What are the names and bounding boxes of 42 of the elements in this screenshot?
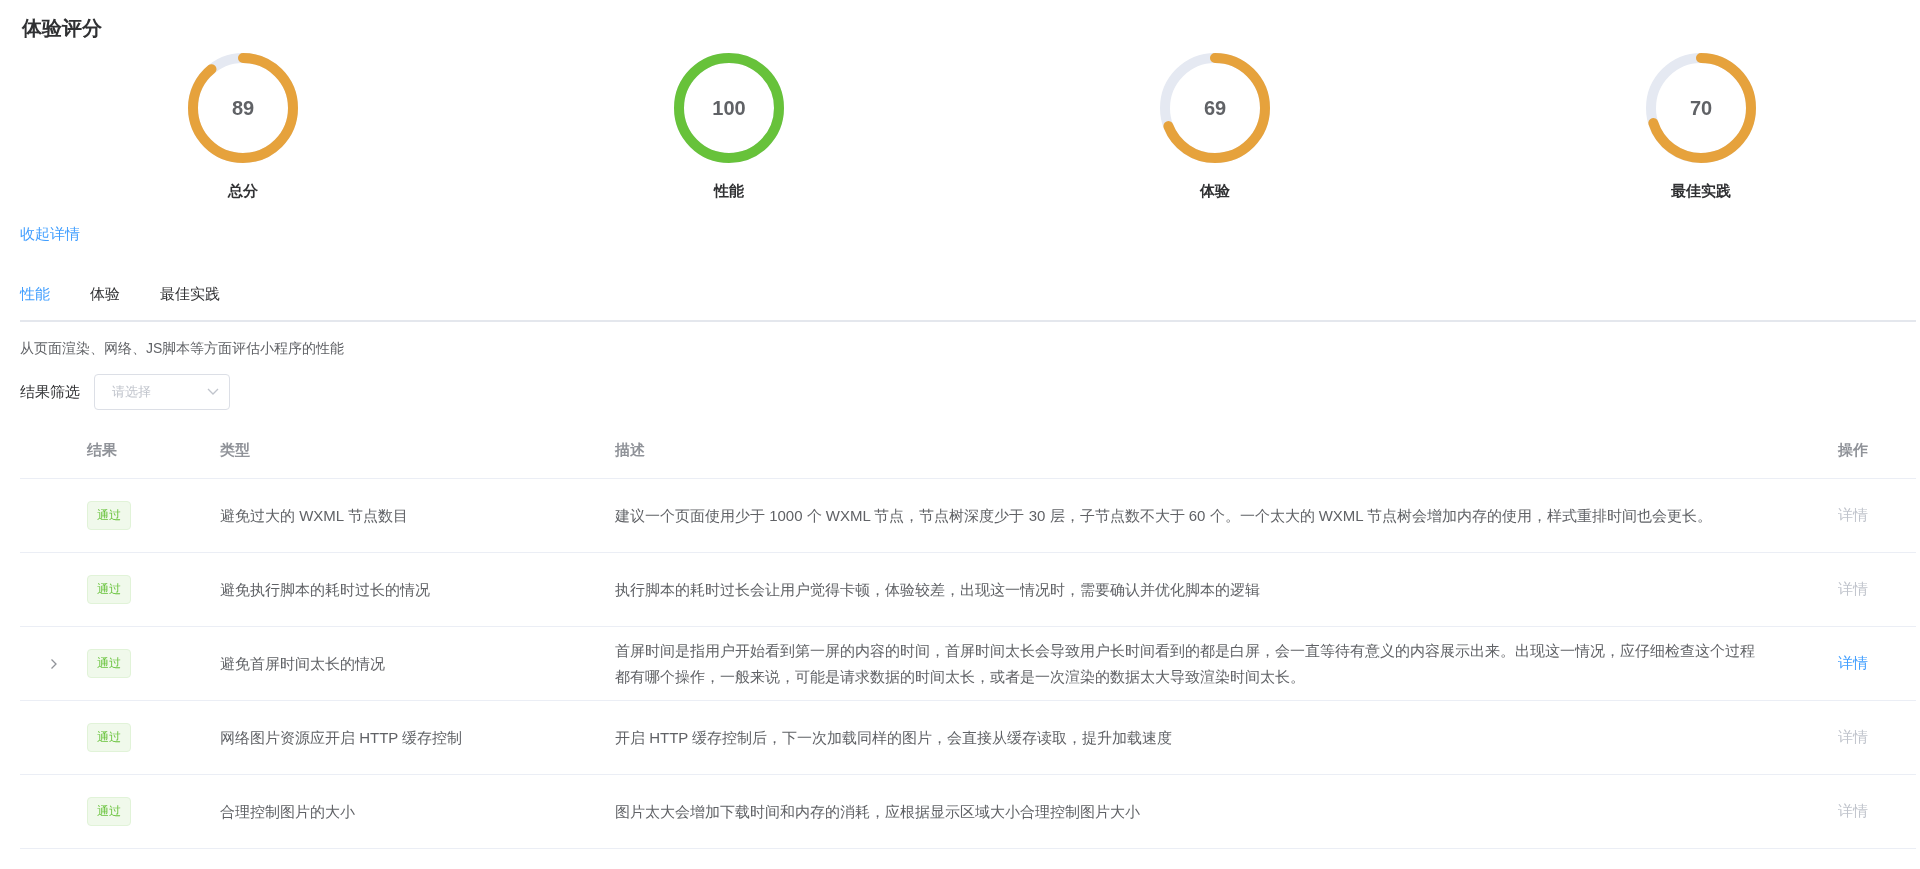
status-tag: 通过 [87,575,131,604]
detail-link[interactable]: 详情 [1838,728,1868,747]
tab[interactable]: 体验 [90,284,120,304]
collapse-link[interactable]: 收起详情 [20,225,80,244]
detail-link[interactable]: 详情 [1838,654,1868,673]
status-tag: 通过 [87,723,131,752]
table-cell-text: 开启 HTTP 缓存控制后，下一次加载同样的图片，会直接从缓存读取，提升加载速度 [615,727,1174,748]
table-cell-text: 图片太大会增加下载时间和内存的消耗，应根据显示区域大小合理控制图片大小 [615,801,1141,822]
table-cell-text: 建议一个页面使用少于 1000 个 WXML 节点，节点树深度少于 30 层，子节点数不大于 60 个。一个太大的 WXML 节点树会增加内存的使用，样式重排时间也会更长。 [615,505,1714,526]
score-label: 体验 [1200,182,1230,201]
score-value: 89 [230,96,256,120]
detail-link[interactable]: 详情 [1838,802,1868,821]
score-label: 最佳实践 [1671,182,1731,201]
filter-select[interactable]: 请选择 [94,374,230,410]
table-cell-text: 执行脚本的耗时过长会让用户觉得卡顿，体验较差，出现这一情况时，需要确认并优化脚本的逻辑 [615,579,1261,600]
status-tag: 通过 [87,649,131,678]
column-header: 结果 [87,440,118,460]
table-cell-text: 首屏时间是指用户开始看到第一屏的内容的时间，首屏时间太长会导致用户长时间看到的都是白屏，会一直等待有意义的内容展示出来。出现这一情况，应仔细检查这个过程都有哪个操作，一般来说，可能是请求数据的时间太长，或者是一次渲染的数据太大导致渲染时间太长。 [615,640,1756,687]
detail-link[interactable]: 详情 [1838,580,1868,599]
column-header: 描述 [615,440,646,460]
score-label: 性能 [714,182,744,201]
status-tag: 通过 [87,501,131,530]
tab[interactable]: 最佳实践 [160,284,220,304]
score-value: 70 [1688,96,1714,120]
score-value: 69 [1202,96,1228,120]
table-cell-text: 避免首屏时间太长的情况 [220,653,386,674]
table-cell-text: 避免执行脚本的耗时过长的情况 [220,579,431,600]
column-header: 操作 [1838,440,1869,460]
table-cell-text: 合理控制图片的大小 [220,801,356,822]
score-label: 总分 [228,182,258,201]
score-value: 100 [711,96,747,120]
table-cell-text: 网络图片资源应开启 HTTP 缓存控制 [220,727,464,748]
detail-link[interactable]: 详情 [1838,506,1868,525]
filter-label: 结果筛选 [20,382,80,402]
column-header: 类型 [220,440,251,460]
status-tag: 通过 [87,797,131,826]
expand-chevron-icon[interactable] [49,657,58,670]
chevron-down-icon [207,388,219,396]
section-title: 体验评分 [22,16,103,41]
tab-description: 从页面渲染、网络、JS脚本等方面评估小程序的性能 [20,340,346,358]
tab[interactable]: 性能 [20,284,50,304]
table-cell-text: 避免过大的 WXML 节点数目 [220,505,409,526]
